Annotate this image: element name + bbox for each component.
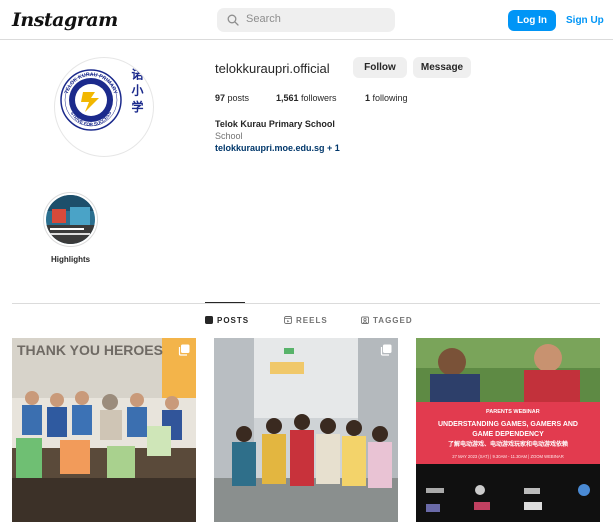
logo-chinese-text: 友 诺 小 学 [130,58,144,113]
grid-icon [205,316,213,324]
tab-posts-label: POSTS [217,316,250,325]
posts-stat: 97 posts [215,93,249,103]
post-thumbnail[interactable]: PARENTS WEBINAR UNDERSTANDING GAMES, GAM… [416,338,600,522]
post-image: PARENTS WEBINAR UNDERSTANDING GAMES, GAM… [416,338,600,522]
webinar-date: 27 MAY 2023 (SAT) | 9.30AM - 11.30AM | Z… [452,454,563,459]
story-highlight[interactable] [43,192,98,247]
posts-word: posts [227,93,250,103]
following-stat[interactable]: 1 following [365,93,408,103]
tab-reels-label: REELS [296,316,328,325]
followers-count: 1,561 [276,93,299,103]
login-button[interactable]: Log In [508,10,556,31]
tagged-icon [361,316,369,324]
profile-full-name: Telok Kurau Primary School [215,119,335,129]
profile-website-link[interactable]: telokkuraupri.moe.edu.sg + 1 [215,143,340,153]
following-count: 1 [365,93,371,103]
search-box[interactable]: Search [217,8,395,32]
active-tab-indicator [205,302,245,303]
tabs-divider [12,303,600,304]
profile-avatar[interactable]: TELOK KURAU PRIMARY STRIVE FOR SUCCESS 友… [54,57,154,157]
posts-count: 97 [215,93,226,103]
followers-word: followers [301,93,337,103]
search-input[interactable]: Search [246,13,281,25]
school-logo-icon: TELOK KURAU PRIMARY STRIVE FOR SUCCESS 友… [60,58,144,131]
highlight-label[interactable]: Highlights [51,255,90,264]
instagram-logo[interactable]: Instagram [12,9,118,31]
following-word: following [372,93,408,103]
post-image [214,338,398,522]
followers-stat[interactable]: 1,561 followers [276,93,337,103]
profile-username: telokkuraupri.official [215,61,330,76]
webinar-chinese-title: 了解电动游戏、电动游戏玩家和电动游戏依赖 [448,440,568,448]
multiple-photos-icon [380,344,392,356]
webinar-title-line1: UNDERSTANDING GAMES, GAMERS AND [438,421,578,428]
reels-icon [284,316,292,324]
tab-tagged[interactable]: TAGGED [361,316,413,325]
top-nav-bar: Instagram Search Log In Sign Up [0,0,613,40]
post-thumbnail[interactable] [214,338,398,522]
webinar-heading: PARENTS WEBINAR [486,409,540,415]
webinar-title-line2: GAME DEPENDENCY [472,431,544,438]
message-button[interactable]: Message [413,57,471,78]
tab-reels[interactable]: REELS [284,316,328,325]
signup-link[interactable]: Sign Up [566,15,604,26]
highlight-cover [46,195,95,244]
tab-tagged-label: TAGGED [373,316,413,325]
post-thumbnail[interactable]: THANK YOU HEROES [12,338,196,522]
search-icon [227,14,239,26]
multiple-photos-icon [178,344,190,356]
tab-posts[interactable]: POSTS [205,316,249,325]
profile-category: School [215,131,243,141]
follow-button[interactable]: Follow [353,57,407,78]
post-image: THANK YOU HEROES [12,338,196,522]
post-banner-text: THANK YOU HEROES [17,342,163,358]
